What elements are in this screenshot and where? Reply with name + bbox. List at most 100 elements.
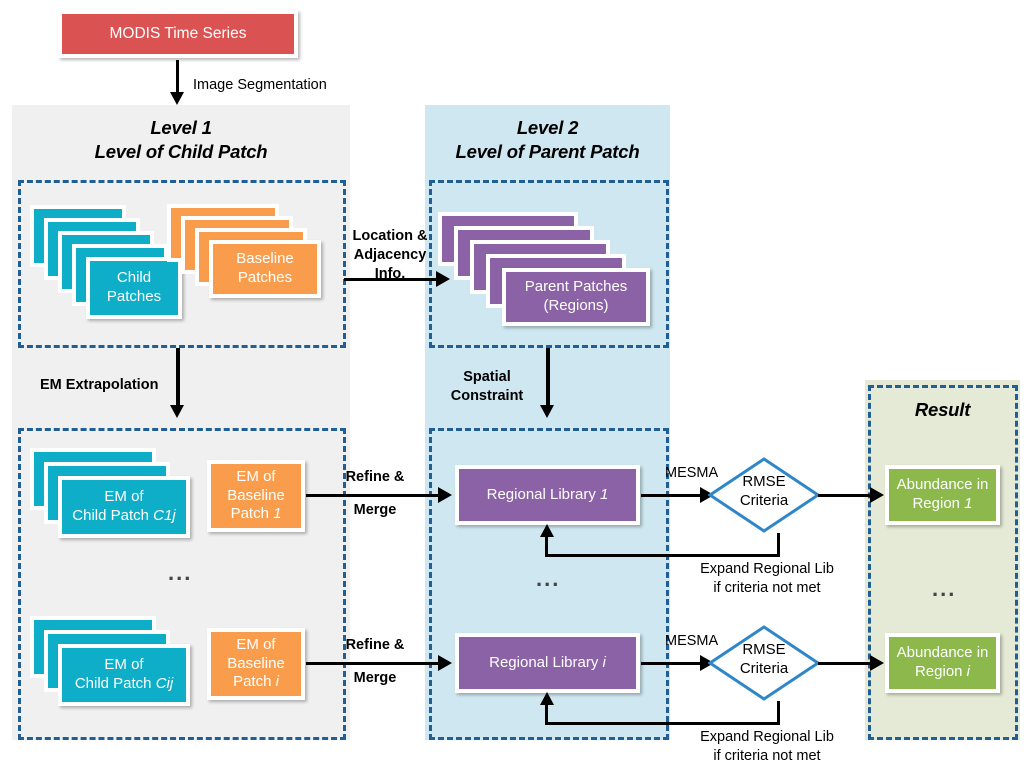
node-abundance-region-i-line2: Region i xyxy=(915,663,970,682)
node-em-child-patch-1-line2: Child Patch C1j xyxy=(72,507,175,526)
diagram-canvas: Level 1 Level of Child Patch Level 2 Lev… xyxy=(0,0,1024,777)
edge-label-refine-merge-1-line2: Merge xyxy=(353,501,397,518)
node-abundance-region-1-index: 1 xyxy=(964,495,973,512)
node-regional-library-1-label: Regional Library 1 xyxy=(487,486,609,505)
edge-label-expand-regional-lib-1-line2: if criteria not met xyxy=(713,579,821,596)
ellipsis-level2: ... xyxy=(536,566,561,591)
edge-label-refine-merge-1: Refine & Merge xyxy=(332,468,418,520)
node-em-baseline-patch-1-line3: Patch 1 xyxy=(231,505,282,524)
edge-label-location-adjacency-line3: Info. xyxy=(374,265,406,282)
node-regional-library-i[interactable]: Regional Library i xyxy=(455,633,640,693)
node-baseline-patches-line1: Baseline xyxy=(236,250,294,268)
edge-label-refine-merge-i-line2: Merge xyxy=(353,669,397,686)
node-em-baseline-patch-i-line2: Baseline xyxy=(227,654,285,672)
panel-title-level1-line1: Level 1 xyxy=(150,117,212,138)
connector-modis-to-level1-arrowhead xyxy=(170,92,184,105)
node-rmse-criteria-i-label: RMSE Criteria xyxy=(708,641,820,679)
node-abundance-region-i-index: i xyxy=(966,663,971,680)
edge-label-refine-merge-i: Refine & Merge xyxy=(332,636,418,688)
node-abundance-region-i-line1: Abundance in xyxy=(896,644,989,662)
panel-title-level2-line1: Level 2 xyxy=(516,117,579,138)
connector-rmse-to-abundance-1-arrowhead xyxy=(870,487,884,503)
node-modis-time-series[interactable]: MODIS Time Series xyxy=(58,10,298,58)
node-em-baseline-patch-i[interactable]: EM of Baseline Patch i xyxy=(207,628,305,700)
node-em-child-patch-i-index: Cij xyxy=(155,675,174,692)
node-regional-library-i-index: i xyxy=(602,653,606,671)
node-em-child-patch-1[interactable]: EM of Child Patch C1j xyxy=(58,476,190,538)
connector-feedback-i-horizontal xyxy=(545,722,780,725)
node-abundance-region-1-line1: Abundance in xyxy=(896,476,989,494)
connector-rmse-to-abundance-i-arrowhead xyxy=(870,655,884,671)
edge-label-location-adjacency-line1: Location & xyxy=(352,228,428,244)
node-abundance-region-i[interactable]: Abundance in Region i xyxy=(885,633,1000,693)
node-em-child-patch-i-line2-text: Child Patch xyxy=(74,675,156,692)
node-em-child-patch-i[interactable]: EM of Child Patch Cij xyxy=(58,644,190,706)
node-rmse-criteria-i-line2: Criteria xyxy=(739,659,789,677)
ellipsis-result: ... xyxy=(932,576,957,601)
node-abundance-region-1-line2: Region 1 xyxy=(912,495,972,514)
node-em-baseline-patch-1-line1: EM of xyxy=(236,468,276,486)
node-em-baseline-patch-1-line2: Baseline xyxy=(227,486,285,504)
connector-refine-merge-i-arrowhead xyxy=(438,655,452,671)
node-regional-library-1[interactable]: Regional Library 1 xyxy=(455,465,640,525)
edge-label-spatial-constraint-line1: Spatial xyxy=(463,369,511,385)
edge-label-refine-merge-i-line1: Refine & xyxy=(345,637,405,653)
panel-title-level2-line2: Level of Parent Patch xyxy=(455,141,640,163)
node-regional-library-1-index: 1 xyxy=(600,485,609,503)
connector-feedback-i-arrowhead xyxy=(540,692,554,705)
node-child-patches-line2: Patches xyxy=(106,288,162,305)
node-em-baseline-patch-1-index: 1 xyxy=(273,505,282,523)
node-parent-patches-line1: Parent Patches xyxy=(524,278,628,296)
node-em-baseline-patch-i-index: i xyxy=(275,673,279,691)
node-abundance-region-1[interactable]: Abundance in Region 1 xyxy=(885,465,1000,525)
node-abundance-region-i-line2-text: Region xyxy=(914,663,967,680)
connector-feedback-1-vertical-left xyxy=(545,534,548,555)
connector-feedback-1-horizontal xyxy=(545,554,780,557)
node-regional-library-i-label: Regional Library i xyxy=(489,654,606,673)
edge-label-expand-regional-lib-1: Expand Regional Lib if criteria not met xyxy=(672,560,862,598)
connector-spatial-constraint xyxy=(546,348,550,410)
node-em-child-patch-1-line2-text: Child Patch xyxy=(72,507,154,524)
connector-em-extrapolation-arrowhead xyxy=(170,405,184,418)
edge-label-spatial-constraint-line2: Constraint xyxy=(450,387,524,404)
node-em-baseline-patch-i-line3: Patch i xyxy=(233,673,279,692)
node-baseline-patches[interactable]: Baseline Patches xyxy=(209,240,321,298)
node-em-child-patch-1-index: C1j xyxy=(153,507,176,524)
node-baseline-patches-line2: Patches xyxy=(237,269,293,286)
node-em-baseline-patch-i-line1: EM of xyxy=(236,636,276,654)
node-rmse-criteria-1-label: RMSE Criteria xyxy=(708,473,820,511)
node-parent-patches-line2: (Regions) xyxy=(543,297,609,314)
node-rmse-criteria-i-line1: RMSE xyxy=(742,641,786,658)
connector-em-extrapolation xyxy=(176,348,180,410)
edge-label-spatial-constraint: Spatial Constraint xyxy=(440,368,534,406)
node-regional-library-1-text: Regional Library xyxy=(486,485,601,503)
node-em-child-patch-i-line1: EM of xyxy=(104,656,144,674)
edge-label-expand-regional-lib-i: Expand Regional Lib if criteria not met xyxy=(672,728,862,766)
edge-label-expand-regional-lib-i-line2: if criteria not met xyxy=(713,747,821,764)
node-em-baseline-patch-1[interactable]: EM of Baseline Patch 1 xyxy=(207,460,305,532)
node-em-baseline-patch-1-line3-text: Patch xyxy=(230,505,274,523)
node-em-child-patch-i-line2: Child Patch Cij xyxy=(75,675,173,694)
node-em-child-patch-1-line1: EM of xyxy=(104,488,144,506)
edge-label-location-adjacency-line2: Adjacency xyxy=(353,246,427,263)
edge-label-image-segmentation: Image Segmentation xyxy=(193,77,327,93)
node-rmse-criteria-1[interactable]: RMSE Criteria xyxy=(708,457,820,533)
connector-spatial-constraint-arrowhead xyxy=(540,405,554,418)
edge-label-em-extrapolation: EM Extrapolation xyxy=(40,377,159,393)
panel-title-level2: Level 2 Level of Parent Patch xyxy=(425,116,670,165)
node-modis-time-series-label: MODIS Time Series xyxy=(109,25,247,43)
connector-feedback-1-arrowhead xyxy=(540,524,554,537)
node-parent-patches[interactable]: Parent Patches (Regions) xyxy=(502,268,650,326)
ellipsis-level1: ... xyxy=(168,560,193,585)
node-em-baseline-patch-i-line3-text: Patch xyxy=(233,673,276,691)
node-rmse-criteria-1-line2: Criteria xyxy=(739,491,789,509)
node-child-patches[interactable]: Child Patches xyxy=(86,257,182,319)
node-child-patches-line1: Child xyxy=(116,269,152,287)
panel-title-level1-line2: Level of Child Patch xyxy=(94,141,268,163)
node-rmse-criteria-i[interactable]: RMSE Criteria xyxy=(708,625,820,701)
connector-feedback-i-vertical-left xyxy=(545,702,548,723)
panel-title-level1: Level 1 Level of Child Patch xyxy=(12,116,350,165)
node-regional-library-i-text: Regional Library xyxy=(489,653,603,671)
edge-label-expand-regional-lib-1-line1: Expand Regional Lib xyxy=(700,561,834,577)
edge-label-location-adjacency: Location & Adjacency Info. xyxy=(340,227,440,284)
